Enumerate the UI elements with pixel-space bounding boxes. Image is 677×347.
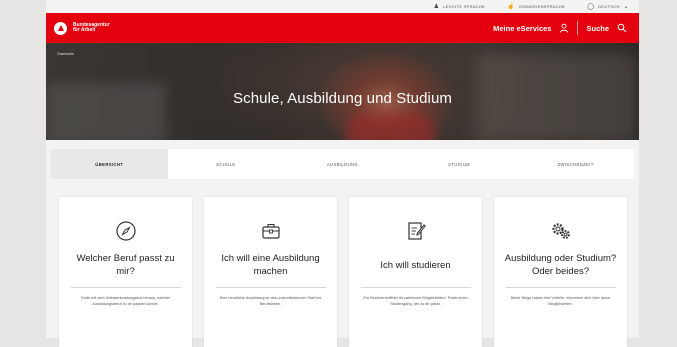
tab-studium[interactable]: STUDIUM: [401, 149, 518, 179]
toolbox-icon: [204, 217, 337, 245]
search-link[interactable]: Suche: [586, 24, 609, 33]
document-pen-icon: [349, 217, 482, 245]
leichte-sprache-link[interactable]: ♟ LEICHTE SPRACHE: [434, 3, 486, 10]
card-description: Beide Wege haben ihre Vorteile. Informie…: [510, 296, 611, 306]
card-studieren[interactable]: Ich will studieren Ein Studium eröffnet …: [349, 197, 482, 347]
card-title: Ich will eine Ausbildung machen: [221, 253, 320, 277]
top-navigation: Bundesagentur für Arbeit Meine eServices…: [46, 13, 639, 43]
divider: [577, 21, 579, 35]
page-title: Schule, Ausbildung und Studium: [233, 90, 452, 107]
utility-bar: ♟ LEICHTE SPRACHE ☝ GEBÄRDENSPRACHE ◯ DE…: [46, 0, 639, 13]
search-icon[interactable]: [617, 23, 627, 33]
card-description: Ein Studium eröffnet dir zahlreiche Mögl…: [363, 296, 468, 306]
logo-text: Bundesagentur für Arbeit: [73, 22, 110, 34]
breadcrumb[interactable]: Startseite: [57, 51, 74, 56]
user-icon[interactable]: [559, 23, 569, 33]
gears-icon: [494, 217, 627, 245]
language-label: DEUTSCH: [598, 4, 620, 9]
divider: [505, 287, 616, 288]
card-list: Welcher Beruf passt zu mir? Finde mit de…: [59, 197, 629, 347]
person-icon: ♟: [433, 4, 440, 10]
meine-services-link[interactable]: Meine eServices: [493, 24, 551, 33]
divider: [70, 287, 181, 288]
gebaerdensprache-label: GEBÄRDENSPRACHE: [518, 4, 566, 9]
gebaerdensprache-link[interactable]: ☝ GEBÄRDENSPRACHE: [507, 3, 565, 10]
hero-banner: Startseite Schule, Ausbildung und Studiu…: [46, 43, 639, 140]
card-ausbildung-oder-studium[interactable]: Ausbildung oder Studium? Oder beides? Be…: [494, 197, 627, 347]
page: ♟ LEICHTE SPRACHE ☝ GEBÄRDENSPRACHE ◯ DE…: [46, 0, 639, 347]
language-select[interactable]: ◯ DEUTSCH ⌄: [587, 3, 629, 10]
logo-line-2: für Arbeit: [73, 27, 96, 33]
tab-bar: ÜBERSICHT SCHULE AUSBILDUNG STUDIUM ZWIS…: [51, 149, 634, 179]
card-welcher-beruf[interactable]: Welcher Beruf passt zu mir? Finde mit de…: [59, 197, 192, 347]
hand-icon: ☝: [507, 4, 515, 10]
divider: [360, 287, 471, 288]
divider: [215, 287, 326, 288]
card-description: Finde mit dem Selbsterkundungstool herau…: [80, 296, 171, 306]
tab-uebersicht[interactable]: ÜBERSICHT: [51, 149, 168, 179]
leichte-sprache-label: LEICHTE SPRACHE: [443, 4, 486, 9]
hero-background-shape: [346, 113, 436, 140]
logo[interactable]: Bundesagentur für Arbeit: [54, 21, 110, 35]
top-right-actions: Meine eServices Suche: [493, 21, 627, 35]
compass-icon: [59, 217, 192, 245]
logo-mark-icon: [54, 21, 67, 35]
card-title: Ich will studieren: [380, 259, 451, 271]
globe-icon: ◯: [587, 4, 595, 10]
tab-schule[interactable]: SCHULE: [168, 149, 285, 179]
tab-zwischenzeit[interactable]: ZWISCHENZEIT: [517, 149, 634, 179]
tab-ausbildung[interactable]: AUSBILDUNG: [284, 149, 401, 179]
card-title: Welcher Beruf passt zu mir?: [76, 253, 175, 277]
chevron-down-icon: ⌄: [623, 4, 629, 10]
card-title: Ausbildung oder Studium? Oder beides?: [504, 253, 617, 277]
card-description: Eine berufliche Ausbildung ist dein zuku…: [219, 296, 322, 306]
card-ausbildung[interactable]: Ich will eine Ausbildung machen Eine ber…: [204, 197, 337, 347]
